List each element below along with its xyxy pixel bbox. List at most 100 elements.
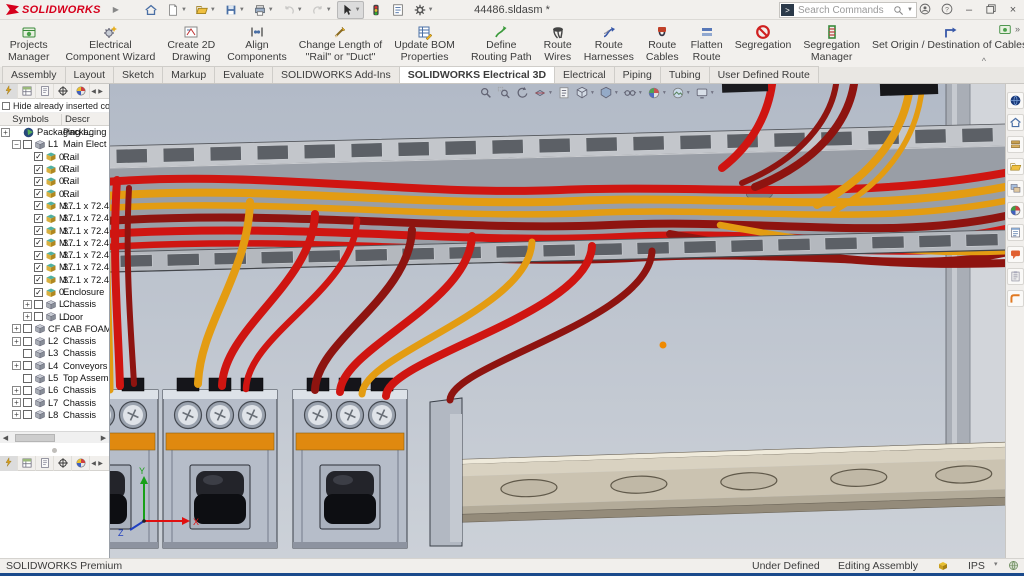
ribbon-collapse-arrow[interactable]: ^ — [982, 56, 986, 66]
custom-properties-icon[interactable] — [1007, 224, 1024, 241]
insert-checkbox[interactable] — [23, 324, 32, 333]
insert-checkbox[interactable] — [23, 349, 32, 358]
tree-row-l-chassis[interactable]: +L...Chassis — [0, 298, 109, 310]
tree-row-m-37-1-x-72-4[interactable]: ✓M...37.1 x 72.4 — [0, 274, 109, 286]
define-routing-path-button[interactable]: DefineRouting Path — [465, 20, 538, 66]
display-style-icon[interactable]: ▼ — [598, 86, 620, 100]
minimize-button[interactable]: – — [958, 4, 980, 16]
expand-toggle-icon[interactable]: + — [23, 300, 32, 309]
insert-checkbox[interactable] — [23, 398, 32, 407]
create-2d-drawing-button[interactable]: Create 2DDrawing — [161, 20, 221, 66]
tab-piping[interactable]: Piping — [614, 66, 661, 83]
insert-checkbox[interactable]: ✓ — [34, 189, 43, 198]
tags-globe-icon[interactable] — [1008, 560, 1019, 574]
insert-checkbox[interactable]: ✓ — [34, 238, 43, 247]
panel-splitter-handle[interactable] — [52, 448, 57, 453]
search-commands-box[interactable]: > Search Commands ▼ — [779, 2, 917, 18]
view-palette-icon[interactable] — [1007, 180, 1024, 197]
tree-row-l6-chassis[interactable]: +L6Chassis — [0, 384, 109, 396]
user-account-icon[interactable] — [914, 3, 936, 18]
insert-checkbox[interactable]: ✓ — [34, 152, 43, 161]
tree-row-0-enclosure[interactable]: ✓0...Enclosure — [0, 286, 109, 298]
panel-scroll-right-icon[interactable]: ▶ — [97, 460, 104, 467]
home-icon[interactable] — [1007, 114, 1024, 131]
insert-checkbox[interactable] — [23, 374, 32, 383]
panel-scroll-left-icon[interactable]: ◀ — [90, 460, 97, 467]
expand-toggle-icon[interactable]: + — [12, 361, 21, 370]
panel-scroll-right-icon[interactable]: ▶ — [97, 88, 104, 95]
display-manager-tab[interactable] — [72, 456, 90, 471]
tab-solidworks-electrical-3d[interactable]: SOLIDWORKS Electrical 3D — [399, 66, 555, 83]
design-library-icon[interactable] — [1007, 136, 1024, 153]
tab-sketch[interactable]: Sketch — [113, 66, 163, 83]
insert-checkbox[interactable] — [23, 361, 32, 370]
redo-icon[interactable]: ▼ — [308, 1, 335, 19]
expand-toggle-icon[interactable]: − — [12, 140, 21, 149]
tab-electrical[interactable]: Electrical — [554, 66, 615, 83]
property-manager-tab[interactable] — [36, 456, 54, 471]
hide-inserted-checkbox[interactable] — [2, 102, 10, 110]
edit-appearance-icon[interactable]: ▼ — [646, 86, 668, 100]
restore-button[interactable] — [980, 4, 1002, 17]
process-plans-icon[interactable] — [1007, 268, 1024, 285]
expand-toggle-icon[interactable]: + — [12, 410, 21, 419]
routing-library-icon[interactable] — [1007, 290, 1024, 307]
section-view-icon[interactable]: ▼ — [532, 86, 554, 100]
expand-toggle-icon[interactable]: + — [12, 398, 21, 407]
hide-show-items-icon[interactable]: ▼ — [622, 86, 644, 100]
insert-checkbox[interactable]: ✓ — [34, 263, 43, 272]
insert-checkbox[interactable] — [23, 337, 32, 346]
new-document-icon[interactable]: ▼ — [163, 1, 190, 19]
flatten-route-button[interactable]: FlattenRoute — [685, 20, 729, 66]
tree-row-m-37-1-x-72-4[interactable]: ✓M...37.1 x 72.4 — [0, 212, 109, 224]
tab-layout[interactable]: Layout — [65, 66, 115, 83]
expand-toggle-icon[interactable]: + — [12, 386, 21, 395]
insert-checkbox[interactable] — [34, 312, 43, 321]
print-icon[interactable]: ▼ — [250, 1, 277, 19]
insert-checkbox[interactable]: ✓ — [34, 177, 43, 186]
routing-point-marker[interactable] — [660, 342, 667, 349]
electrical-component-wizard-button[interactable]: ElectricalComponent Wizard — [59, 20, 161, 66]
tree-row-0-rail[interactable]: ✓0...Rail — [0, 163, 109, 175]
insert-checkbox[interactable]: ✓ — [34, 214, 43, 223]
undo-icon[interactable]: ▼ — [279, 1, 306, 19]
insert-checkbox[interactable]: ✓ — [34, 226, 43, 235]
tree-row-l8-chassis[interactable]: +L8Chassis — [0, 409, 109, 421]
route-wires-button[interactable]: RouteWires — [538, 20, 578, 66]
expand-toggle-icon[interactable]: + — [12, 324, 21, 333]
projects-manager-button[interactable]: ProjectsManager — [2, 20, 55, 66]
insert-checkbox[interactable] — [23, 410, 32, 419]
ribbon-chevron[interactable]: » — [1015, 24, 1020, 34]
solidworks-resources-icon[interactable] — [1007, 92, 1024, 109]
tree-row-l1-main-elect[interactable]: −L1Main Elect — [0, 138, 109, 150]
tree-row-l4-conveyors[interactable]: +L4Conveyors — [0, 360, 109, 372]
expand-toggle-icon[interactable]: + — [12, 337, 21, 346]
open-icon[interactable]: ▼ — [192, 1, 219, 19]
insert-checkbox[interactable] — [34, 300, 43, 309]
ribbon-overflow[interactable]: » — [998, 22, 1020, 36]
circuit-breakers[interactable] — [110, 378, 407, 548]
tree-row-packagingi-packaging[interactable]: +Packaging I...Packaging — [0, 126, 109, 138]
apply-scene-icon[interactable]: ▼ — [670, 86, 692, 100]
insert-checkbox[interactable] — [23, 386, 32, 395]
tree-row-l-door[interactable]: +L...Door — [0, 310, 109, 322]
tab-user-defined-route[interactable]: User Defined Route — [709, 66, 819, 83]
tree-row-m-37-1-x-72-4[interactable]: ✓M...37.1 x 72.4 — [0, 237, 109, 249]
expand-toggle-icon[interactable]: + — [23, 312, 32, 321]
route-cables-button[interactable]: RouteCables — [640, 20, 685, 66]
home-icon[interactable] — [141, 1, 161, 19]
tab-markup[interactable]: Markup — [162, 66, 215, 83]
tree-row-m-37-1-x-72-4[interactable]: ✓M...37.1 x 72.4 — [0, 249, 109, 261]
appearances-scenes-icon[interactable] — [1007, 202, 1024, 219]
tree-row-l3-chassis[interactable]: L3Chassis — [0, 347, 109, 359]
tab-assembly[interactable]: Assembly — [2, 66, 66, 83]
units-caret-icon[interactable]: ▾ — [994, 560, 998, 568]
view-settings-icon[interactable]: ▼ — [694, 86, 716, 100]
featuremanager-tree-tab[interactable] — [18, 84, 36, 99]
tab-evaluate[interactable]: Evaluate — [214, 66, 273, 83]
help-icon[interactable]: ? — [936, 3, 958, 18]
assembly-3d-scene[interactable]: X Y Z — [110, 84, 1005, 558]
insert-checkbox[interactable]: ✓ — [34, 275, 43, 284]
display-manager-tab[interactable] — [72, 84, 90, 99]
menu-expander-icon[interactable]: ▶ — [113, 5, 119, 14]
